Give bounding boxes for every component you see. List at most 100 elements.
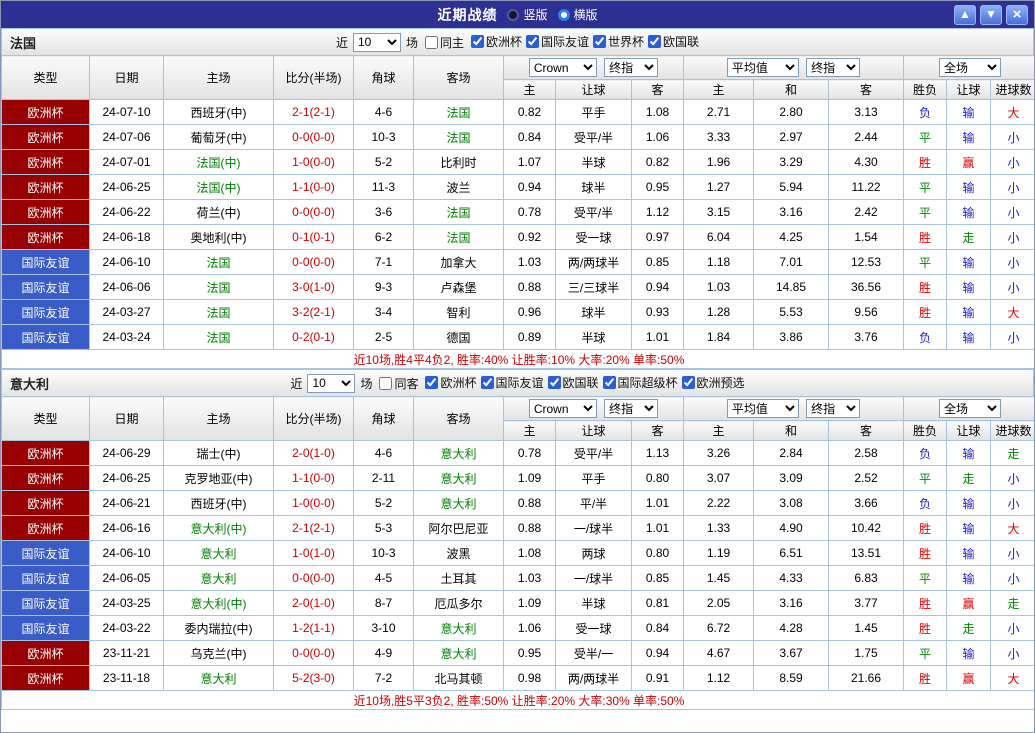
- eu-home-odds-cell: 2.22: [684, 491, 754, 516]
- result-cell: 胜: [904, 150, 947, 175]
- ah-away-odds-cell: 0.85: [632, 250, 684, 275]
- competition-label: 世界杯: [608, 33, 644, 50]
- competition-label: 国际友谊: [541, 33, 589, 50]
- titlebar: 近期战绩 竖版 横版 ▲ ▼ ×: [1, 1, 1034, 28]
- vertical-radio[interactable]: [507, 9, 519, 21]
- eu-draw-odds-cell: 3.67: [754, 641, 829, 666]
- ah-home-odds-cell: 0.88: [504, 491, 556, 516]
- layout-horizontal-option[interactable]: 横版: [558, 6, 598, 23]
- bookmaker-select[interactable]: Crown: [529, 399, 597, 418]
- home-team-cell: 法国: [164, 275, 274, 300]
- home-team-cell: 意大利: [164, 566, 274, 591]
- same-venue-filter[interactable]: 同客: [375, 375, 418, 392]
- eu-home-odds-cell: 1.96: [684, 150, 754, 175]
- subcol-ah-line: 让球: [556, 80, 632, 100]
- result-row: 欧洲杯23-11-18意大利5-2(3-0)7-2北马其顿0.98两/两球半0.…: [2, 666, 1035, 691]
- competition-filter[interactable]: 国际超级杯: [599, 374, 678, 391]
- subcol-ah-line: 让球: [556, 421, 632, 441]
- corner-cell: 5-2: [354, 150, 414, 175]
- competition-checkbox[interactable]: [603, 376, 616, 389]
- result-cell: 胜: [904, 225, 947, 250]
- corner-cell: 2-5: [354, 325, 414, 350]
- eu-draw-odds-cell: 6.51: [754, 541, 829, 566]
- horizontal-radio[interactable]: [558, 9, 570, 21]
- competition-type-cell: 国际友谊: [2, 325, 90, 350]
- handicap-result-cell: 输: [947, 175, 991, 200]
- result-row: 国际友谊24-06-10意大利1-0(1-0)10-3波黑1.08两球0.801…: [2, 541, 1035, 566]
- competition-checkbox[interactable]: [425, 376, 438, 389]
- ah-line-cell: 受一球: [556, 616, 632, 641]
- final-odds-select-2[interactable]: 终指: [806, 58, 860, 77]
- competition-filter[interactable]: 欧洲杯: [421, 374, 476, 391]
- ah-home-odds-cell: 0.78: [504, 200, 556, 225]
- competition-checkbox[interactable]: [548, 376, 561, 389]
- euro-odds-group: 平均值 终指: [684, 56, 904, 80]
- eu-draw-odds-cell: 3.08: [754, 491, 829, 516]
- layout-vertical-option[interactable]: 竖版: [507, 6, 547, 23]
- corner-cell: 11-3: [354, 175, 414, 200]
- competition-type-cell: 欧洲杯: [2, 100, 90, 125]
- competition-checkbox[interactable]: [526, 35, 539, 48]
- competition-checkbox[interactable]: [471, 35, 484, 48]
- competition-checkbox[interactable]: [648, 35, 661, 48]
- competition-type-cell: 欧洲杯: [2, 666, 90, 691]
- result-cell: 负: [904, 441, 947, 466]
- handicap-result-cell: 赢: [947, 591, 991, 616]
- final-odds-select[interactable]: 终指: [604, 399, 658, 418]
- competition-filter[interactable]: 世界杯: [589, 33, 644, 50]
- same-venue-checkbox[interactable]: [425, 36, 438, 49]
- bookmaker-select[interactable]: Crown: [529, 58, 597, 77]
- close-button[interactable]: ×: [1006, 5, 1028, 25]
- corner-cell: 10-3: [354, 541, 414, 566]
- ah-home-odds-cell: 0.94: [504, 175, 556, 200]
- home-team-cell: 荷兰(中): [164, 200, 274, 225]
- same-venue-checkbox[interactable]: [379, 377, 392, 390]
- match-count-select[interactable]: 10: [307, 374, 355, 393]
- competition-filter[interactable]: 欧洲预选: [678, 374, 745, 391]
- eu-draw-odds-cell: 3.09: [754, 466, 829, 491]
- score-cell: 2-1(2-1): [274, 100, 354, 125]
- competition-filter[interactable]: 欧国联: [644, 33, 699, 50]
- home-team-cell: 意大利: [164, 666, 274, 691]
- col-header-date: 日期: [90, 397, 164, 441]
- competition-label: 国际友谊: [496, 374, 544, 391]
- competition-checkbox[interactable]: [682, 376, 695, 389]
- date-cell: 24-06-05: [90, 566, 164, 591]
- vertical-radio-label: 竖版: [523, 6, 547, 23]
- move-up-button[interactable]: ▲: [954, 5, 976, 25]
- competition-checkbox[interactable]: [481, 376, 494, 389]
- final-odds-select[interactable]: 终指: [604, 58, 658, 77]
- move-down-button[interactable]: ▼: [980, 5, 1002, 25]
- ah-away-odds-cell: 1.01: [632, 491, 684, 516]
- competition-filter[interactable]: 欧国联: [544, 374, 599, 391]
- scope-select[interactable]: 全场: [939, 399, 1001, 418]
- eu-draw-odds-cell: 3.16: [754, 591, 829, 616]
- competition-filter[interactable]: 国际友谊: [522, 33, 589, 50]
- result-row: 欧洲杯24-06-16意大利(中)2-1(2-1)5-3阿尔巴尼亚0.88一/球…: [2, 516, 1035, 541]
- eu-away-odds-cell: 1.54: [829, 225, 904, 250]
- corner-cell: 4-6: [354, 441, 414, 466]
- match-count-select[interactable]: 10: [353, 33, 401, 52]
- away-team-cell: 法国: [414, 125, 504, 150]
- average-odds-select[interactable]: 平均值: [727, 399, 799, 418]
- date-cell: 24-03-25: [90, 591, 164, 616]
- subcol-handicap: 让球: [947, 80, 991, 100]
- competition-filter[interactable]: 国际友谊: [477, 374, 544, 391]
- result-cell: 负: [904, 325, 947, 350]
- competition-filter[interactable]: 欧洲杯: [467, 33, 522, 50]
- eu-away-odds-cell: 3.77: [829, 591, 904, 616]
- away-team-cell: 加拿大: [414, 250, 504, 275]
- date-cell: 24-06-10: [90, 250, 164, 275]
- col-header-score: 比分(半场): [274, 56, 354, 100]
- eu-home-odds-cell: 2.71: [684, 100, 754, 125]
- competition-checkbox[interactable]: [593, 35, 606, 48]
- corner-cell: 7-1: [354, 250, 414, 275]
- same-venue-filter[interactable]: 同主: [421, 34, 464, 51]
- section-header: 法国 近 10 场 同主 欧洲杯国际友谊世界杯欧国联: [1, 28, 1034, 55]
- final-odds-select-2[interactable]: 终指: [806, 399, 860, 418]
- average-odds-select[interactable]: 平均值: [727, 58, 799, 77]
- col-header-away: 客场: [414, 397, 504, 441]
- scope-select[interactable]: 全场: [939, 58, 1001, 77]
- competition-type-cell: 国际友谊: [2, 275, 90, 300]
- ah-home-odds-cell: 0.84: [504, 125, 556, 150]
